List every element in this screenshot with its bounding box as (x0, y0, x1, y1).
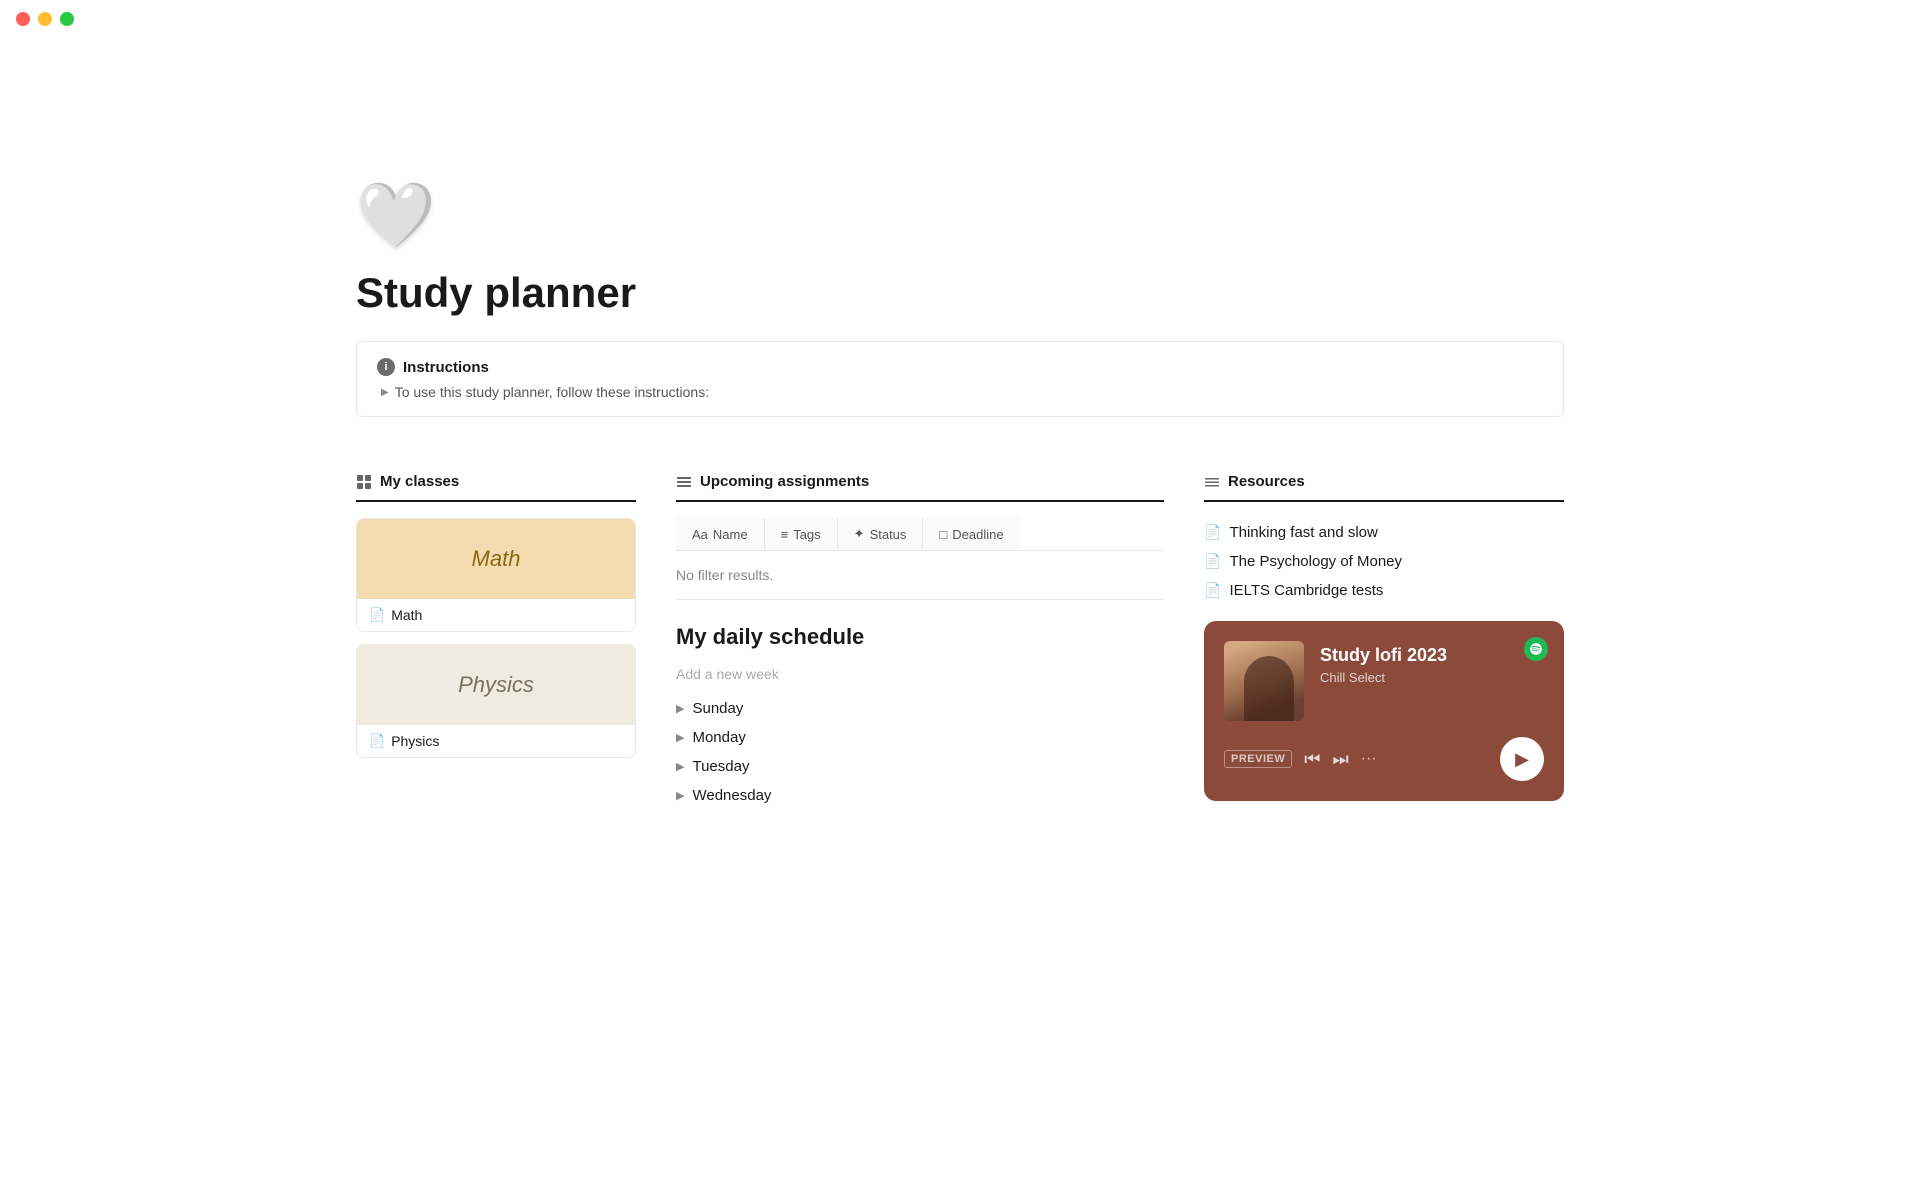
sunday-label: Sunday (692, 700, 743, 717)
col-status-prefix: ✦ (854, 526, 865, 542)
resources-column: Resources 📄 Thinking fast and slow 📄 The… (1204, 473, 1564, 801)
col-status-label: Status (870, 527, 907, 542)
spotify-more-button[interactable]: ··· (1361, 750, 1377, 768)
resource-doc-icon-2: 📄 (1204, 553, 1221, 570)
add-week-row[interactable]: Add a new week (676, 662, 1164, 686)
assignments-table-header: Aa Name ≡ Tags ✦ Status □ Deadline (676, 518, 1164, 551)
no-results-text: No filter results. (676, 551, 1164, 600)
schedule-wednesday[interactable]: ▶ Wednesday (676, 781, 1164, 810)
class-card-physics[interactable]: Physics 📄 Physics (356, 644, 636, 758)
assignments-title: Upcoming assignments (700, 473, 869, 490)
page-icon: 🤍 (356, 178, 1564, 253)
math-doc-icon: 📄 (369, 607, 385, 623)
physics-banner: Physics (357, 645, 635, 725)
col-deadline[interactable]: □ Deadline (923, 518, 1019, 550)
assignments-icon (676, 474, 692, 490)
resource-psychology-money[interactable]: 📄 The Psychology of Money (1204, 547, 1564, 576)
physics-label: Physics (391, 733, 439, 749)
spotify-prev-button[interactable]: ⏮ (1304, 749, 1320, 770)
spotify-logo-icon (1524, 637, 1548, 661)
wednesday-arrow-icon: ▶ (676, 789, 684, 802)
resource-title-1: Thinking fast and slow (1229, 524, 1377, 541)
main-content: 🤍 Study planner i Instructions ▶ To use … (260, 38, 1660, 810)
spotify-controls: PREVIEW ⏮ ⏭ ··· ▶ (1224, 737, 1544, 781)
resource-thinking-fast[interactable]: 📄 Thinking fast and slow (1204, 518, 1564, 547)
resources-header: Resources (1204, 473, 1564, 502)
resource-ielts[interactable]: 📄 IELTS Cambridge tests (1204, 576, 1564, 605)
col-tags-prefix: ≡ (781, 527, 789, 542)
resource-doc-icon-1: 📄 (1204, 524, 1221, 541)
my-classes-title: My classes (380, 473, 459, 490)
resource-doc-icon-3: 📄 (1204, 582, 1221, 599)
tuesday-label: Tuesday (692, 758, 749, 775)
col-deadline-prefix: □ (939, 527, 947, 542)
col-name-label: Name (713, 527, 748, 542)
my-classes-icon (356, 474, 372, 490)
schedule-tuesday[interactable]: ▶ Tuesday (676, 752, 1164, 781)
my-classes-header: My classes (356, 473, 636, 502)
info-icon: i (377, 358, 395, 376)
class-card-math[interactable]: Math 📄 Math (356, 518, 636, 632)
resources-title: Resources (1228, 473, 1305, 490)
columns-container: My classes Math 📄 Math Physics 📄 Physics (356, 473, 1564, 810)
sunday-arrow-icon: ▶ (676, 702, 684, 715)
wednesday-label: Wednesday (692, 787, 771, 804)
instructions-header: i Instructions (377, 358, 1543, 376)
col-tags[interactable]: ≡ Tags (765, 518, 838, 550)
math-footer: 📄 Math (357, 599, 635, 631)
spotify-widget: Study lofi 2023 Chill Select PREVIEW ⏮ ⏭… (1204, 621, 1564, 801)
spotify-preview-badge: PREVIEW (1224, 750, 1292, 768)
maximize-button[interactable] (60, 12, 74, 26)
spotify-next-button[interactable]: ⏭ (1332, 749, 1348, 770)
instructions-block: i Instructions ▶ To use this study plann… (356, 341, 1564, 417)
spotify-artist: Chill Select (1320, 670, 1544, 685)
assignments-header: Upcoming assignments (676, 473, 1164, 502)
instructions-toggle-text: To use this study planner, follow these … (395, 384, 709, 400)
assignments-column: Upcoming assignments Aa Name ≡ Tags ✦ St… (676, 473, 1164, 810)
minimize-button[interactable] (38, 12, 52, 26)
album-art-visual (1224, 641, 1304, 721)
col-status[interactable]: ✦ Status (838, 518, 924, 550)
resources-icon (1204, 474, 1220, 490)
physics-footer: 📄 Physics (357, 725, 635, 757)
schedule-monday[interactable]: ▶ Monday (676, 723, 1164, 752)
instructions-toggle[interactable]: ▶ To use this study planner, follow thes… (377, 384, 1543, 400)
page-title: Study planner (356, 269, 1564, 317)
spotify-play-button[interactable]: ▶ (1500, 737, 1544, 781)
col-tags-label: Tags (793, 527, 820, 542)
col-name[interactable]: Aa Name (676, 518, 765, 550)
instructions-title: Instructions (403, 359, 489, 376)
schedule-sunday[interactable]: ▶ Sunday (676, 694, 1164, 723)
col-name-prefix: Aa (692, 527, 708, 542)
spotify-inner: Study lofi 2023 Chill Select (1224, 641, 1544, 721)
monday-label: Monday (692, 729, 745, 746)
math-banner: Math (357, 519, 635, 599)
math-label: Math (391, 607, 422, 623)
schedule-title: My daily schedule (676, 624, 1164, 650)
resource-title-3: IELTS Cambridge tests (1229, 582, 1383, 599)
physics-doc-icon: 📄 (369, 733, 385, 749)
titlebar (0, 0, 1920, 38)
page-header: 🤍 Study planner i Instructions ▶ To use … (356, 38, 1564, 473)
spotify-info: Study lofi 2023 Chill Select (1320, 641, 1544, 685)
col-deadline-label: Deadline (952, 527, 1003, 542)
toggle-arrow-icon: ▶ (381, 387, 389, 398)
my-classes-column: My classes Math 📄 Math Physics 📄 Physics (356, 473, 636, 770)
tuesday-arrow-icon: ▶ (676, 760, 684, 773)
resource-title-2: The Psychology of Money (1229, 553, 1402, 570)
spotify-brand (1524, 637, 1548, 661)
spotify-album-art (1224, 641, 1304, 721)
close-button[interactable] (16, 12, 30, 26)
monday-arrow-icon: ▶ (676, 731, 684, 744)
spotify-track-title: Study lofi 2023 (1320, 645, 1544, 666)
